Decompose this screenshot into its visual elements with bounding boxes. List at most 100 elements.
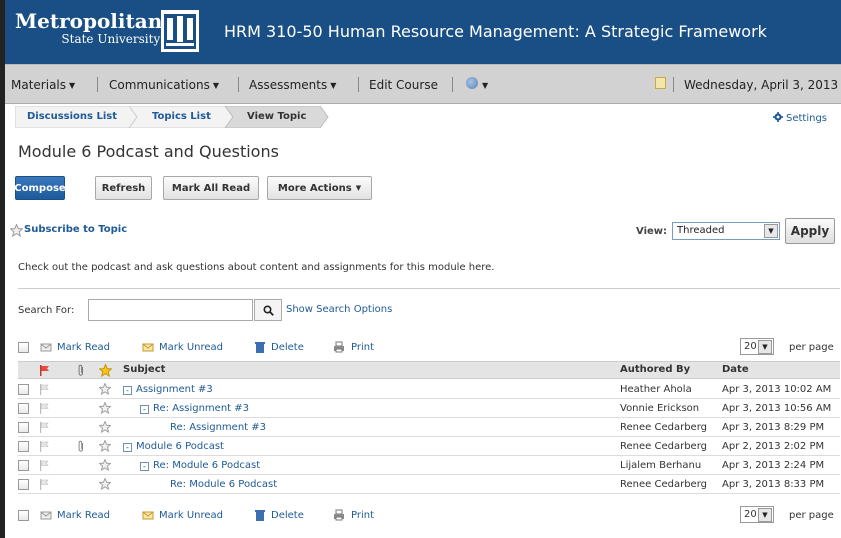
view-label: View: <box>636 226 668 237</box>
row-checkbox[interactable] <box>18 441 29 452</box>
compose-button[interactable]: Compose <box>14 176 66 200</box>
flag-column-icon[interactable] <box>40 365 50 376</box>
author-name: Lijalem Berhanu <box>620 460 702 471</box>
mark-unread-link[interactable]: Mark Unread <box>159 342 223 353</box>
per-page-select[interactable]: 20 ▼ <box>740 506 774 523</box>
post-date: Apr 3, 2013 10:56 AM <box>722 403 832 414</box>
author-name: Renee Cedarberg <box>620 441 707 452</box>
message-subject-link[interactable]: Re: Assignment #3 <box>170 422 266 433</box>
settings-link[interactable]: Settings <box>773 112 827 124</box>
column-header-authored-by[interactable]: Authored By <box>620 364 690 375</box>
breadcrumb-discussions-list[interactable]: Discussions List <box>27 106 117 128</box>
table-row[interactable]: - Re: Module 6 Podcast Lijalem Berhanu Apr … <box>18 456 840 475</box>
mark-read-link[interactable]: Mark Read <box>57 510 110 521</box>
chevron-down-icon: ▼ <box>758 508 772 522</box>
message-subject-link[interactable]: - Re: Module 6 Podcast <box>140 460 260 471</box>
chevron-down-icon: ▼ <box>212 81 219 90</box>
refresh-button[interactable]: Refresh <box>95 176 152 200</box>
table-row[interactable]: - Re: Assignment #3 Vonnie Erickson Apr 3, … <box>18 399 840 418</box>
collapse-thread-icon[interactable]: - <box>140 462 149 471</box>
settings-label: Settings <box>786 113 828 124</box>
row-checkbox[interactable] <box>18 422 29 433</box>
more-actions-button[interactable]: More Actions ▼ <box>267 176 372 200</box>
chevron-down-icon[interactable]: ▼ <box>482 78 488 92</box>
rating-star-icon[interactable] <box>99 478 111 490</box>
chevron-down-icon: ▼ <box>764 224 778 238</box>
collapse-thread-icon[interactable]: - <box>123 386 132 395</box>
mark-read-icon <box>40 511 52 520</box>
logo-sub-text: State University <box>61 32 161 46</box>
rating-star-icon[interactable] <box>99 402 111 414</box>
print-link[interactable]: Print <box>351 342 374 353</box>
menu-assessments[interactable]: Assessments ▼ <box>249 78 336 92</box>
row-checkbox[interactable] <box>18 384 29 395</box>
university-logo[interactable]: Metropolitan State University <box>15 10 162 46</box>
collapse-thread-icon[interactable]: - <box>140 405 149 414</box>
table-row[interactable]: Re: Module 6 Podcast Renee Cedarberg Apr 3… <box>18 475 840 494</box>
breadcrumb-topics-list[interactable]: Topics List <box>152 106 211 128</box>
rating-star-icon[interactable] <box>99 440 111 452</box>
subject-text: Re: Module 6 Podcast <box>170 479 278 490</box>
rating-star-icon[interactable] <box>99 421 111 433</box>
table-row[interactable]: Re: Assignment #3 Renee Cedarberg Apr 3, 2… <box>18 418 840 437</box>
menu-materials[interactable]: Materials ▼ <box>11 78 75 92</box>
row-checkbox[interactable] <box>18 403 29 414</box>
search-label: Search For: <box>18 305 75 316</box>
column-header-date[interactable]: Date <box>722 364 749 375</box>
delete-link[interactable]: Delete <box>271 510 304 521</box>
flag-icon[interactable] <box>40 479 49 490</box>
menu-separator <box>673 77 674 92</box>
search-input[interactable] <box>88 299 253 321</box>
flag-icon[interactable] <box>40 422 49 433</box>
collapse-thread-icon[interactable]: - <box>123 443 132 452</box>
print-link[interactable]: Print <box>351 510 374 521</box>
mark-all-read-button[interactable]: Mark All Read <box>163 176 259 200</box>
column-header-subject[interactable]: Subject <box>123 364 165 375</box>
flag-icon[interactable] <box>40 460 49 471</box>
apply-button[interactable]: Apply <box>785 218 835 244</box>
attachment-column-icon[interactable] <box>77 364 85 377</box>
calendar-icon[interactable] <box>655 77 666 89</box>
flag-icon[interactable] <box>40 384 49 395</box>
flag-icon[interactable] <box>40 403 49 414</box>
notifications-icon[interactable] <box>466 77 478 89</box>
table-row[interactable]: - Assignment #3 Heather Ahola Apr 3, 2013 1… <box>18 380 840 399</box>
current-date: Wednesday, April 3, 2013 <box>684 78 839 92</box>
post-date: Apr 3, 2013 2:24 PM <box>722 460 825 471</box>
rating-star-icon[interactable] <box>99 459 111 471</box>
flag-icon[interactable] <box>40 441 49 452</box>
message-subject-link[interactable]: - Re: Assignment #3 <box>140 403 249 414</box>
menu-communications[interactable]: Communications ▼ <box>109 78 219 92</box>
per-page-select[interactable]: 20 ▼ <box>740 338 774 355</box>
post-date: Apr 3, 2013 8:29 PM <box>722 422 825 433</box>
course-title[interactable]: HRM 310-50 Human Resource Management: A … <box>224 22 767 41</box>
message-subject-link[interactable]: - Module 6 Podcast <box>123 441 224 452</box>
row-checkbox[interactable] <box>18 460 29 471</box>
subscribe-star-icon[interactable] <box>10 224 23 237</box>
chevron-down-icon: ▼ <box>330 81 337 90</box>
subscribe-to-topic-link[interactable]: Subscribe to Topic <box>24 224 127 235</box>
view-select[interactable]: Threaded ▼ <box>672 222 780 240</box>
per-page-label: per page <box>789 510 834 521</box>
menu-separator <box>97 77 98 92</box>
table-row[interactable]: - Module 6 Podcast Renee Cedarberg Apr 2, 2… <box>18 437 840 456</box>
rating-star-icon[interactable] <box>99 383 111 395</box>
menu-separator <box>358 77 359 92</box>
chevron-down-icon: ▼ <box>355 184 362 192</box>
post-date: Apr 2, 2013 2:02 PM <box>722 441 825 452</box>
author-name: Renee Cedarberg <box>620 479 707 490</box>
menu-edit-course[interactable]: Edit Course <box>369 78 438 92</box>
rating-column-star-icon[interactable] <box>99 364 112 377</box>
message-subject-link[interactable]: Re: Module 6 Podcast <box>170 479 277 490</box>
subject-text: Re: Assignment #3 <box>153 403 249 414</box>
search-icon <box>262 304 274 316</box>
delete-link[interactable]: Delete <box>271 342 304 353</box>
mark-unread-link[interactable]: Mark Unread <box>159 510 223 521</box>
message-subject-link[interactable]: - Assignment #3 <box>123 384 213 395</box>
select-all-checkbox[interactable] <box>18 342 29 353</box>
show-search-options-link[interactable]: Show Search Options <box>286 304 392 315</box>
select-all-checkbox[interactable] <box>18 510 29 521</box>
search-button[interactable] <box>254 299 282 321</box>
mark-read-link[interactable]: Mark Read <box>57 342 110 353</box>
row-checkbox[interactable] <box>18 479 29 490</box>
